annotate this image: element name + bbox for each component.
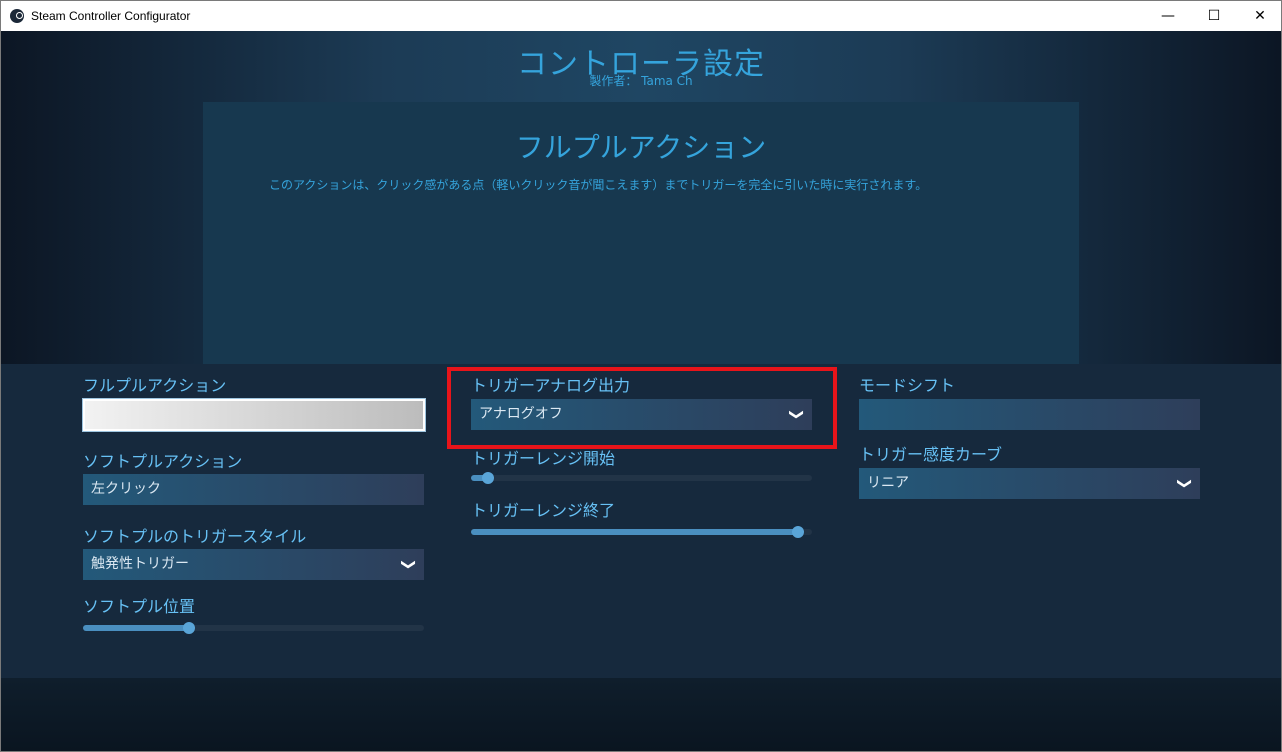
action-description-panel: フルプルアクション このアクションは、クリック感がある点（軽いクリック音が聞こえ… [203,102,1079,364]
range-end-slider[interactable] [471,526,812,538]
softpull-style-label: ソフトプルのトリガースタイル [83,527,307,546]
minimize-button[interactable]: — [1145,1,1191,31]
close-button[interactable]: ✕ [1237,1,1282,31]
chevron-down-icon: ❯ [1176,477,1193,490]
steam-logo-icon [10,9,24,23]
fullpull-action-label: フルプルアクション [83,376,227,395]
softpull-action-value: 左クリック [91,481,161,497]
window-title: Steam Controller Configurator [31,9,191,23]
softpull-action-label: ソフトプルアクション [83,452,243,471]
configurator-app: コントローラ設定 製作者： Tama Ch フルプルアクション このアクションは… [1,31,1281,751]
trigger-curve-value: リニア [867,475,909,491]
author-label: 製作者： Tama Ch [589,74,693,88]
trigger-curve-label: トリガー感度カーブ [859,445,1003,464]
range-end-label: トリガーレンジ終了 [471,501,616,520]
modeshift-field[interactable] [859,399,1200,430]
panel-description: このアクションは、クリック感がある点（軽いクリック音が聞こえます）までトリガーを… [269,178,928,192]
softpull-style-dropdown[interactable]: 触発性トリガー ❯ [83,549,424,580]
softpull-style-value: 触発性トリガー [91,556,189,572]
bottom-bar [1,678,1281,751]
maximize-button[interactable]: ☐ [1191,1,1237,31]
analog-output-label: トリガーアナログ出力 [471,376,631,395]
modeshift-label: モードシフト [859,376,956,395]
softpull-position-slider[interactable] [83,622,424,634]
softpull-position-label: ソフトプル位置 [83,597,196,616]
slider-handle[interactable] [482,472,495,484]
fullpull-action-field[interactable] [83,399,425,431]
slider-fill [83,625,189,631]
range-start-slider[interactable] [471,472,812,484]
panel-title: フルプルアクション [515,131,767,164]
analog-output-dropdown[interactable]: アナログオフ ❯ [471,399,812,430]
range-start-label: トリガーレンジ開始 [471,449,616,468]
slider-fill [471,529,799,535]
softpull-action-field[interactable]: 左クリック [83,474,424,505]
chevron-down-icon: ❯ [788,408,805,421]
trigger-curve-dropdown[interactable]: リニア ❯ [859,468,1200,499]
slider-handle[interactable] [182,622,195,634]
window-titlebar: Steam Controller Configurator — ☐ ✕ [0,0,1282,31]
chevron-down-icon: ❯ [400,558,417,571]
analog-output-value: アナログオフ [479,406,563,422]
